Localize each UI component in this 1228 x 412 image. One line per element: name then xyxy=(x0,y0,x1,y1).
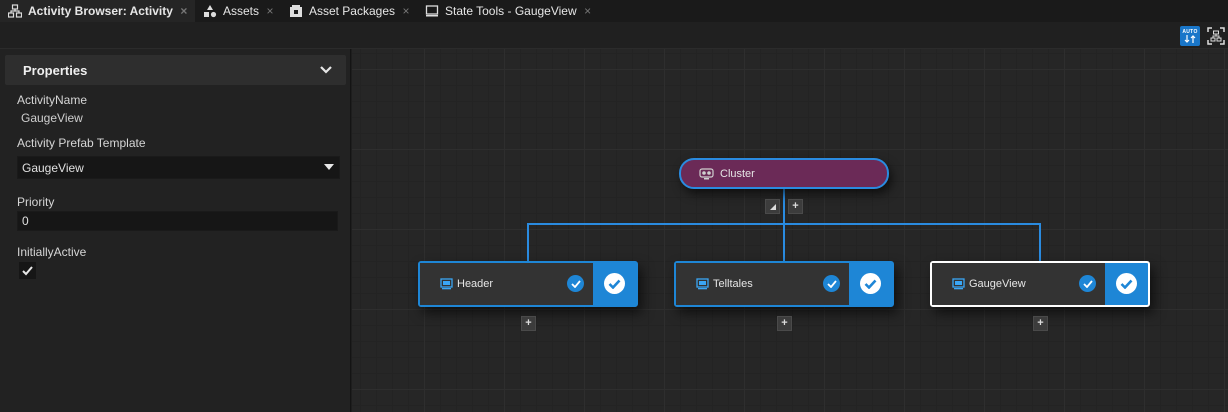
tab-label: Assets xyxy=(222,4,259,18)
cluster-node[interactable]: Cluster xyxy=(679,158,889,189)
add-child-button[interactable]: + xyxy=(1033,316,1048,331)
node-label: Telltales xyxy=(713,278,753,290)
priority-label: Priority xyxy=(17,195,55,209)
node-body: GaugeView xyxy=(932,263,1105,305)
tab-label: Asset Packages xyxy=(308,4,395,18)
enabled-check-icon[interactable] xyxy=(860,273,881,294)
plus-icon: + xyxy=(525,317,532,329)
close-icon[interactable]: × xyxy=(179,4,189,18)
fit-to-view-button[interactable] xyxy=(1206,26,1226,46)
properties-panel: Properties ActivityName GaugeView Activi… xyxy=(0,49,351,412)
activity-name-value: GaugeView xyxy=(21,111,83,125)
node-label: Header xyxy=(457,278,494,290)
node-body: Header xyxy=(420,263,593,305)
activity-node-header[interactable]: Header xyxy=(418,261,638,307)
graph-toolbar: AUTO xyxy=(0,22,1228,49)
initially-active-checkbox[interactable] xyxy=(19,262,36,279)
monitor-icon xyxy=(425,4,439,18)
sort-arrows-icon xyxy=(1184,35,1196,43)
activity-name-label: ActivityName xyxy=(17,93,88,107)
active-check-icon[interactable] xyxy=(567,275,584,292)
tab-label: Activity Browser: Activity xyxy=(28,4,173,18)
dropdown-arrow-icon xyxy=(324,164,334,170)
add-child-button[interactable]: + xyxy=(521,316,536,331)
tab-assets[interactable]: Assets × xyxy=(195,0,281,22)
active-check-icon[interactable] xyxy=(823,275,840,292)
chevron-down-icon[interactable] xyxy=(318,62,334,78)
close-icon[interactable]: × xyxy=(401,4,411,18)
enabled-check-icon[interactable] xyxy=(1116,273,1137,294)
screen-icon xyxy=(696,278,709,290)
node-label: GaugeView xyxy=(969,278,1026,290)
screen-icon xyxy=(440,278,453,290)
hierarchy-icon xyxy=(8,4,22,18)
tab-asset-packages[interactable]: Asset Packages × xyxy=(281,0,417,22)
add-child-button[interactable]: + xyxy=(788,199,803,214)
activity-graph-canvas[interactable]: Cluster + Header + Telltales + GaugeView… xyxy=(352,49,1228,412)
tab-activity-browser[interactable]: Activity Browser: Activity × xyxy=(0,0,195,22)
checkmark-icon xyxy=(22,265,33,275)
activity-node-telltales[interactable]: Telltales xyxy=(674,261,894,307)
tab-label: State Tools - GaugeView xyxy=(445,4,577,18)
node-body: Telltales xyxy=(676,263,849,305)
plus-icon: + xyxy=(792,200,799,212)
priority-value: 0 xyxy=(22,214,29,228)
tab-bar: Activity Browser: Activity × Assets × As… xyxy=(0,0,1228,22)
properties-header[interactable]: Properties xyxy=(5,55,346,85)
asset-packages-icon xyxy=(289,4,303,18)
prefab-template-label: Activity Prefab Template xyxy=(17,136,146,150)
activity-node-gaugeview[interactable]: GaugeView xyxy=(930,261,1150,307)
collapse-button[interactable] xyxy=(765,199,780,214)
close-icon[interactable]: × xyxy=(265,4,275,18)
active-check-icon[interactable] xyxy=(1079,275,1096,292)
collapse-triangle-icon xyxy=(769,203,776,210)
enabled-check-icon[interactable] xyxy=(604,273,625,294)
priority-input[interactable]: 0 xyxy=(17,211,338,231)
graph-connectors xyxy=(527,189,1041,261)
properties-title: Properties xyxy=(23,62,88,78)
prefab-template-dropdown[interactable]: GaugeView xyxy=(17,156,340,179)
screen-icon xyxy=(952,278,965,290)
cluster-label: Cluster xyxy=(720,167,755,180)
fit-to-view-icon xyxy=(1207,27,1225,45)
auto-layout-button[interactable]: AUTO xyxy=(1180,26,1200,46)
assets-icon xyxy=(203,4,217,18)
cluster-icon xyxy=(699,167,714,179)
initially-active-label: InitiallyActive xyxy=(17,245,87,259)
close-icon[interactable]: × xyxy=(583,4,593,18)
plus-icon: + xyxy=(1037,317,1044,329)
add-child-button[interactable]: + xyxy=(777,316,792,331)
tab-state-tools[interactable]: State Tools - GaugeView × xyxy=(417,0,599,22)
prefab-template-value: GaugeView xyxy=(22,160,84,175)
plus-icon: + xyxy=(781,317,788,329)
